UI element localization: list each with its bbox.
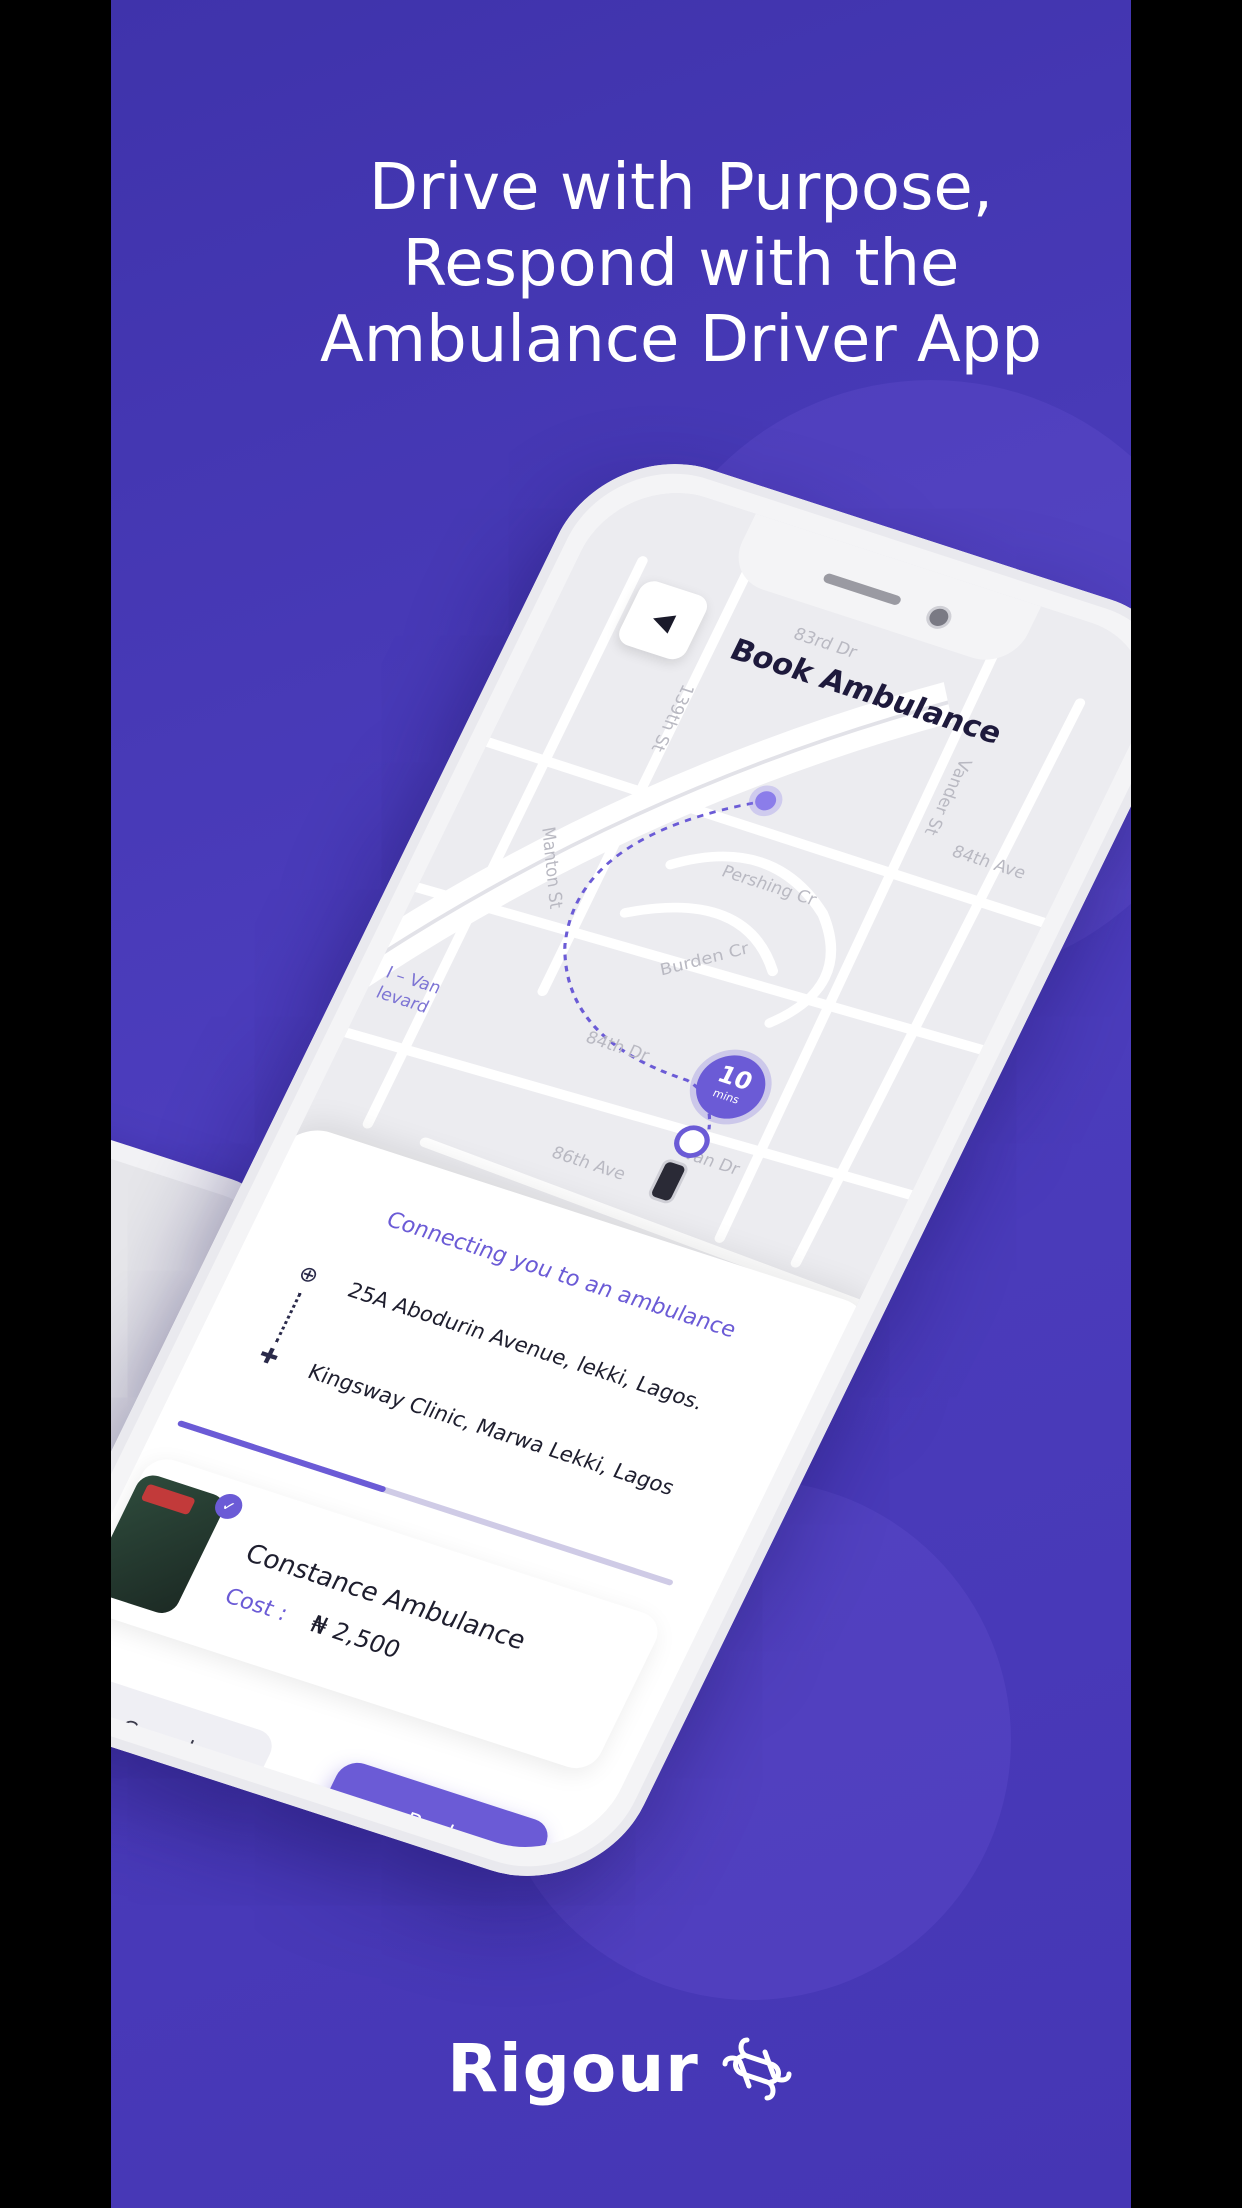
book-button[interactable]: Book xyxy=(309,1757,555,1871)
cost-value: ₦ 2,500 xyxy=(305,1610,406,1664)
crosshair-icon: ⊕ xyxy=(294,1261,323,1290)
cancel-button[interactable]: Cancel xyxy=(111,1668,279,1809)
rigour-logo-icon xyxy=(722,2037,792,2100)
brand-footer: Rigour xyxy=(111,2030,1131,2107)
phone-mockup: 83rd Dr 139th St Manton St Pershing Cr B… xyxy=(111,435,1131,1905)
camera-icon xyxy=(922,602,956,632)
phone-wrapper: 83rd Dr 139th St Manton St Pershing Cr B… xyxy=(111,0,1131,2208)
hospital-icon: ✚ xyxy=(254,1342,283,1372)
poster: Drive with Purpose, Respond with the Amb… xyxy=(111,0,1131,2208)
phone-screen: 83rd Dr 139th St Manton St Pershing Cr B… xyxy=(111,469,1131,1871)
ambulance-photo xyxy=(111,1471,229,1618)
back-arrow-icon: ◀ xyxy=(646,603,680,637)
speaker-grille xyxy=(821,572,903,607)
cost-label: Cost : xyxy=(220,1584,292,1627)
route-connector xyxy=(274,1292,304,1344)
brand-name: Rigour xyxy=(447,2030,699,2107)
